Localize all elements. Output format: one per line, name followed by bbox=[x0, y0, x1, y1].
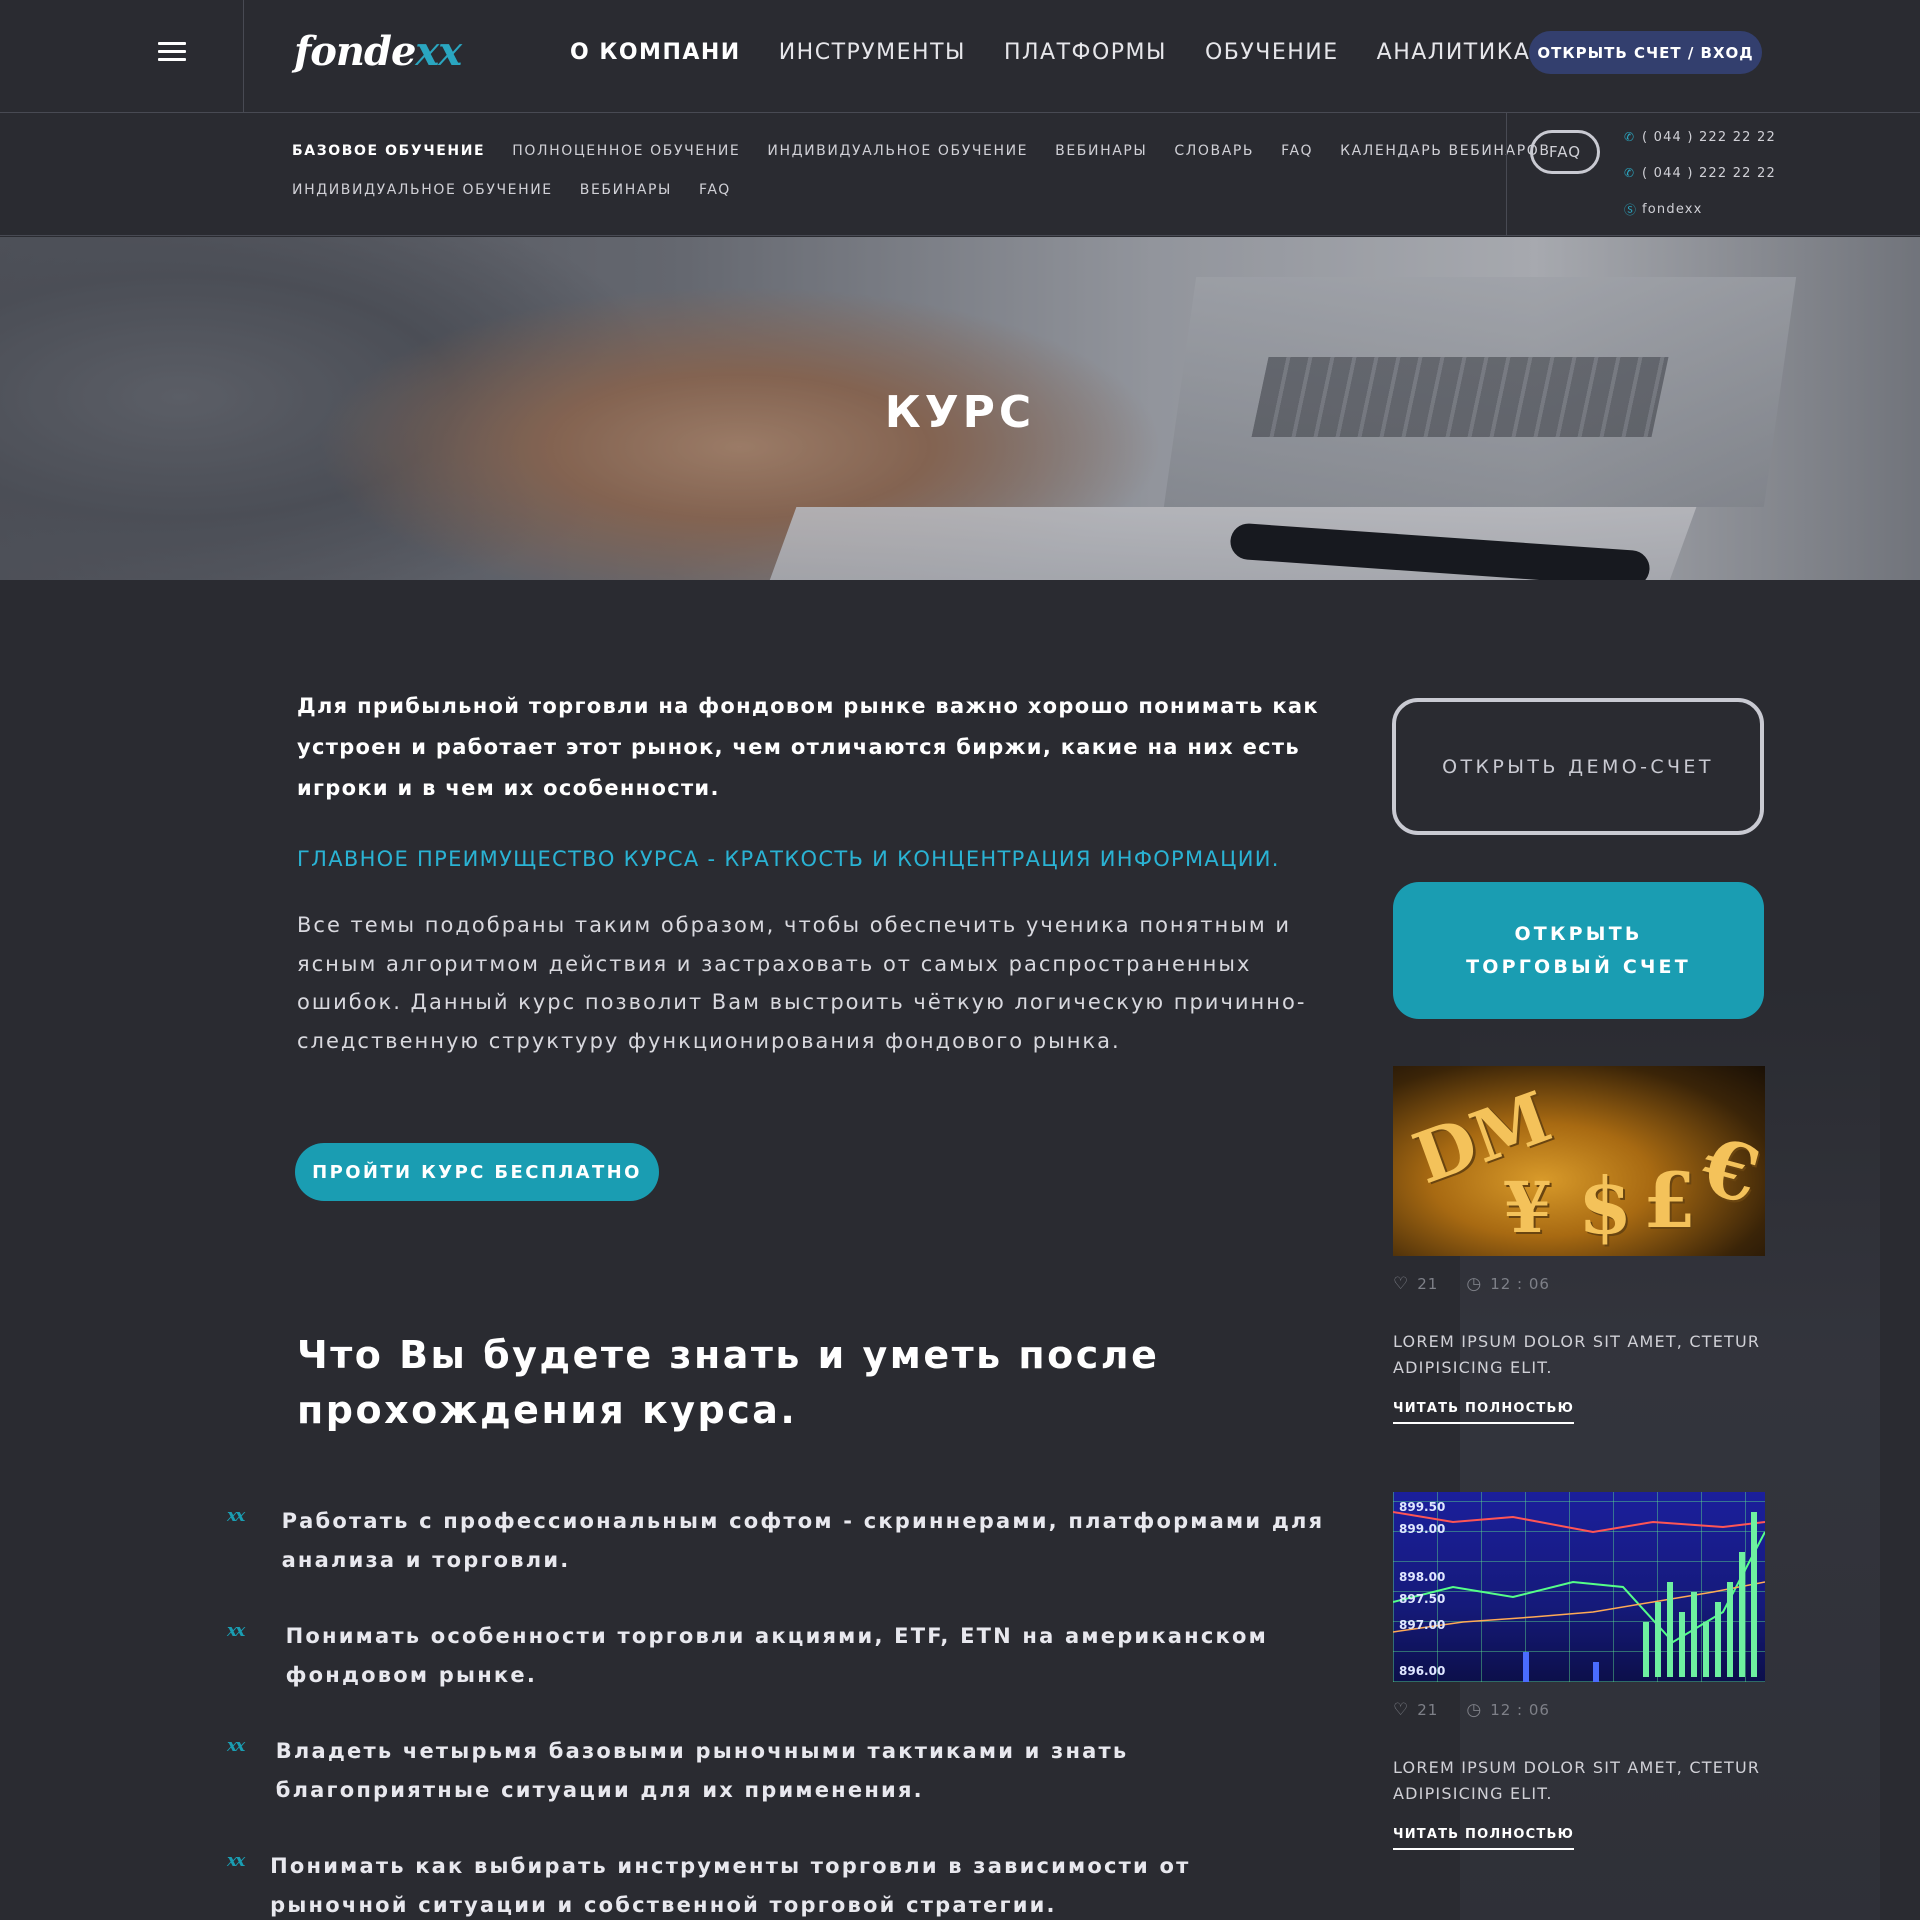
logo-text: fonde bbox=[294, 28, 416, 75]
benefit-text: Понимать особенности торговли акциями, E… bbox=[285, 1624, 1268, 1687]
clock-icon: ◷ bbox=[1466, 1700, 1483, 1720]
bullet-icon: xx bbox=[227, 1851, 245, 1871]
subnav-row-2: ИНДИВИДУАЛЬНОЕ ОБУЧЕНИЕ ВЕБИНАРЫ FAQ bbox=[292, 182, 1492, 198]
subnav-webinars[interactable]: ВЕБИНАРЫ bbox=[1055, 143, 1147, 159]
read-more-link[interactable]: ЧИТАТЬ ПОЛНОСТЬЮ bbox=[1393, 1401, 1575, 1424]
article-card-2: 899.50 899.00 898.00 897.50 897.00 896.0… bbox=[1393, 1492, 1765, 1850]
chart-label: 898.00 bbox=[1399, 1570, 1446, 1584]
subnav-faq[interactable]: FAQ bbox=[1281, 143, 1313, 159]
chart-label: 899.00 bbox=[1399, 1522, 1446, 1536]
chart-lines bbox=[1393, 1511, 1765, 1682]
money-symbol: $ bbox=[1578, 1161, 1633, 1252]
subnav-glossary[interactable]: СЛОВАРЬ bbox=[1174, 143, 1254, 159]
list-item: xx Работать с профессиональным софтом - с… bbox=[227, 1502, 1327, 1579]
list-item: xx Понимать как выбирать инструменты торг… bbox=[227, 1847, 1327, 1920]
stock-chart-image[interactable]: 899.50 899.00 898.00 897.50 897.00 896.0… bbox=[1393, 1492, 1765, 1682]
faq-button[interactable]: FAQ bbox=[1530, 130, 1600, 174]
phone-number: ( 044 ) 222 22 22 bbox=[1642, 165, 1776, 181]
section-title: Что Вы будете знать и уметь после прохож… bbox=[297, 1333, 1160, 1432]
logo[interactable]: fondexx bbox=[294, 28, 462, 75]
heart-icon: ♡ bbox=[1393, 1700, 1410, 1720]
subnav-calendar[interactable]: КАЛЕНДАРЬ ВЕБИНАРОВ bbox=[1340, 143, 1551, 159]
subheader-divider bbox=[1506, 113, 1507, 236]
trade-button-line-2: ТОРГОВЫЙ СЧЕТ bbox=[1466, 955, 1691, 978]
likes-count: 21 bbox=[1417, 1275, 1439, 1293]
main-content: Для прибыльной торговли на фондовом рынк… bbox=[227, 686, 1337, 1917]
card-text: LOREM IPSUM DOLOR SIT AMET, CTETUR ADIPI… bbox=[1393, 1758, 1761, 1803]
subnav-row-1: БАЗОВОЕ ОБУЧЕНИЕ ПОЛНОЦЕННОЕ ОБУЧЕНИЕ ИН… bbox=[292, 143, 1549, 159]
list-item: xx Понимать особенности торговли акциями,… bbox=[227, 1617, 1327, 1694]
top-header: fondexx О КОМПАНИ ИНСТРУМЕНТЫ ПЛАТФОРМЫ … bbox=[0, 0, 1920, 113]
heart-icon: ♡ bbox=[1393, 1274, 1410, 1294]
likes-count: 21 bbox=[1417, 1701, 1439, 1719]
contacts: ✆ ( 044 ) 222 22 22 ✆ ( 044 ) 222 22 22 Ⓢf… bbox=[1624, 128, 1776, 236]
menu-area bbox=[0, 0, 244, 113]
education-subnav: БАЗОВОЕ ОБУЧЕНИЕ ПОЛНОЦЕННОЕ ОБУЧЕНИЕ ИН… bbox=[292, 143, 1549, 221]
money-symbol: ¥ bbox=[1503, 1166, 1552, 1249]
lead-paragraph: Для прибыльной торговли на фондовом рынк… bbox=[297, 694, 1319, 800]
subnav-faq-2[interactable]: FAQ bbox=[699, 182, 731, 198]
nav-instruments[interactable]: ИНСТРУМЕНТЫ bbox=[779, 40, 966, 65]
page-title: КУРС bbox=[884, 387, 1036, 438]
contact-phone-2[interactable]: ✆ ( 044 ) 222 22 22 bbox=[1624, 164, 1776, 182]
currency-symbols-image[interactable]: DM ¥ $ £ € bbox=[1393, 1066, 1765, 1256]
hamburger-icon[interactable] bbox=[158, 42, 186, 62]
bullet-icon: xx bbox=[227, 1506, 245, 1526]
time-value: 12 : 06 bbox=[1490, 1275, 1550, 1293]
subnav-full[interactable]: ПОЛНОЦЕННОЕ ОБУЧЕНИЕ bbox=[512, 143, 740, 159]
subnav-basic[interactable]: БАЗОВОЕ ОБУЧЕНИЕ bbox=[292, 143, 485, 159]
nav-education[interactable]: ОБУЧЕНИЕ bbox=[1205, 40, 1339, 65]
benefit-text: Работать с профессиональным софтом - скр… bbox=[281, 1509, 1325, 1572]
time: ◷ 12 : 06 bbox=[1466, 1274, 1550, 1294]
benefit-text: Понимать как выбирать инструменты торгов… bbox=[270, 1854, 1191, 1917]
benefit-text: Владеть четырьмя базовыми рыночными такт… bbox=[275, 1739, 1129, 1802]
logo-accent: xx bbox=[415, 28, 462, 75]
list-item: xx Владеть четырьмя базовыми рыночными та… bbox=[227, 1732, 1327, 1809]
nav-platforms[interactable]: ПЛАТФОРМЫ bbox=[1004, 40, 1167, 65]
read-more-link[interactable]: ЧИТАТЬ ПОЛНОСТЬЮ bbox=[1393, 1827, 1575, 1850]
card-meta: ♡ 21 ◷ 12 : 06 bbox=[1393, 1274, 1765, 1294]
hero-banner: КУРС bbox=[0, 237, 1920, 580]
contact-skype[interactable]: Ⓢfondexx bbox=[1624, 200, 1776, 218]
sub-header: БАЗОВОЕ ОБУЧЕНИЕ ПОЛНОЦЕННОЕ ОБУЧЕНИЕ ИН… bbox=[0, 113, 1920, 236]
contact-phone-1[interactable]: ✆ ( 044 ) 222 22 22 bbox=[1624, 128, 1776, 146]
money-symbol: £ bbox=[1643, 1156, 1696, 1245]
body-paragraph: Все темы подобраны таким образом, чтобы … bbox=[297, 913, 1307, 1053]
phone-icon: ✆ bbox=[1624, 130, 1636, 144]
open-trading-account-button[interactable]: ОТКРЫТЬ ТОРГОВЫЙ СЧЕТ bbox=[1393, 882, 1764, 1019]
time: ◷ 12 : 06 bbox=[1466, 1700, 1550, 1720]
chart-label: 899.50 bbox=[1399, 1500, 1446, 1514]
open-demo-account-button[interactable]: ОТКРЫТЬ ДЕМО-СЧЕТ bbox=[1392, 698, 1764, 835]
time-value: 12 : 06 bbox=[1490, 1701, 1550, 1719]
benefits-list: xx Работать с профессиональным софтом - с… bbox=[227, 1502, 1327, 1920]
chart-label: 897.00 bbox=[1399, 1618, 1446, 1632]
chart-label: 896.00 bbox=[1399, 1664, 1446, 1678]
subnav-webinars-2[interactable]: ВЕБИНАРЫ bbox=[580, 182, 672, 198]
chart-label: 897.50 bbox=[1399, 1592, 1446, 1606]
skype-icon: Ⓢ bbox=[1624, 202, 1638, 217]
main-nav: О КОМПАНИ ИНСТРУМЕНТЫ ПЛАТФОРМЫ ОБУЧЕНИЕ… bbox=[570, 40, 1568, 65]
likes[interactable]: ♡ 21 bbox=[1393, 1700, 1438, 1720]
bullet-icon: xx bbox=[227, 1621, 245, 1641]
likes[interactable]: ♡ 21 bbox=[1393, 1274, 1438, 1294]
subnav-individual-2[interactable]: ИНДИВИДУАЛЬНОЕ ОБУЧЕНИЕ bbox=[292, 182, 553, 198]
bullet-icon: xx bbox=[227, 1736, 245, 1756]
phone-number: ( 044 ) 222 22 22 bbox=[1642, 129, 1776, 145]
clock-icon: ◷ bbox=[1466, 1274, 1483, 1294]
nav-analytics[interactable]: АНАЛИТИКА bbox=[1377, 40, 1531, 65]
take-course-button[interactable]: ПРОЙТИ КУРС БЕСПЛАТНО bbox=[295, 1143, 659, 1201]
highlight-text: ГЛАВНОЕ ПРЕИМУЩЕСТВО КУРСА - КРАТКОСТЬ И… bbox=[297, 847, 1280, 871]
nav-about[interactable]: О КОМПАНИ bbox=[570, 40, 741, 65]
card-meta: ♡ 21 ◷ 12 : 06 bbox=[1393, 1700, 1765, 1720]
open-account-login-button[interactable]: ОТКРЫТЬ СЧЕТ / ВХОД bbox=[1529, 31, 1762, 74]
card-text: LOREM IPSUM DOLOR SIT AMET, CTETUR ADIPI… bbox=[1393, 1332, 1761, 1377]
money-symbol: € bbox=[1692, 1120, 1765, 1223]
phone-icon: ✆ bbox=[1624, 166, 1636, 180]
article-card-1: DM ¥ $ £ € ♡ 21 ◷ 12 : 06 LOREM IPSUM DOLO… bbox=[1393, 1066, 1765, 1424]
trade-button-line-1: ОТКРЫТЬ bbox=[1514, 922, 1643, 945]
subnav-individual[interactable]: ИНДИВИДУАЛЬНОЕ ОБУЧЕНИЕ bbox=[767, 143, 1028, 159]
skype-name: fondexx bbox=[1642, 201, 1703, 217]
